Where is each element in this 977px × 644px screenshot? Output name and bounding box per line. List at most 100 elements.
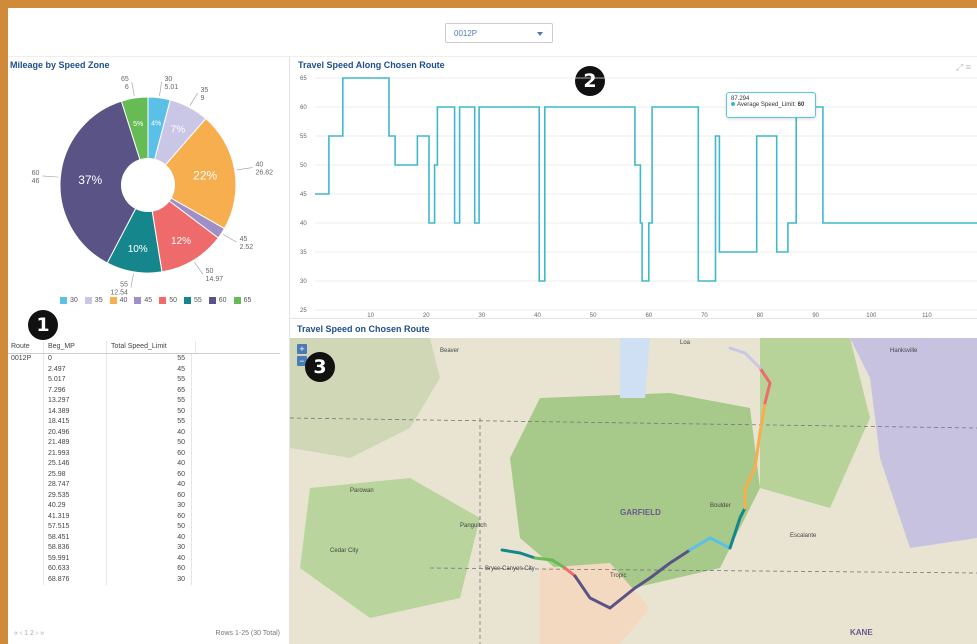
- table-row[interactable]: 25.98 60: [8, 469, 280, 480]
- zoom-in-button[interactable]: +: [297, 344, 307, 354]
- cell-speed-limit: 50: [107, 522, 192, 533]
- table-summary: Rows 1-25 (30 Total): [215, 630, 280, 637]
- table-row[interactable]: 25.146 40: [8, 459, 280, 470]
- pie-leader-line: [42, 175, 59, 178]
- cell-speed-limit: 55: [107, 396, 192, 407]
- table-row[interactable]: 2.497 45: [8, 364, 280, 375]
- cell-route: [8, 522, 44, 533]
- table-row[interactable]: 57.515 50: [8, 522, 280, 533]
- cell-route: [8, 574, 44, 585]
- cell-beg-mp: 13.297: [44, 396, 107, 407]
- table-row[interactable]: 60.633 60: [8, 564, 280, 575]
- tooltip-series: Average Speed_Limit: [737, 102, 795, 108]
- cell-beg-mp: 58.836: [44, 543, 107, 554]
- table-row[interactable]: 59.991 40: [8, 553, 280, 564]
- cell-route: [8, 553, 44, 564]
- cell-route: [8, 364, 44, 375]
- cell-route: [8, 375, 44, 386]
- pie-speed-label: 45: [240, 236, 248, 243]
- y-tick-label: 50: [300, 163, 307, 169]
- legend-swatch: [159, 297, 167, 304]
- legend-item-30[interactable]: 30: [60, 297, 78, 304]
- pie-miles-label: 12.54: [110, 290, 128, 297]
- table-pager[interactable]: « ‹ 1 2 › »: [14, 630, 44, 637]
- table-row[interactable]: 5.017 55: [8, 375, 280, 386]
- cell-speed-limit: 40: [107, 427, 192, 438]
- legend-item-65[interactable]: 65: [233, 297, 251, 304]
- pie-miles-label: 5.01: [165, 84, 179, 91]
- map-place-label: Boulder: [710, 503, 731, 509]
- route-map[interactable]: GARFIELD KANE Panguitch Cedar City Escalante…: [290, 338, 977, 644]
- pie-miles-label: 26.82: [255, 170, 273, 177]
- pie-miles-label: 9: [201, 95, 205, 102]
- cell-speed-limit: 40: [107, 459, 192, 470]
- line-chart: 25 30 35 40 45 50 55 60 65 10 20 30 40 50 60 70 80 90 100…: [300, 76, 977, 318]
- cell-route: [8, 532, 44, 543]
- legend-item-50[interactable]: 50: [159, 297, 177, 304]
- map-place-label: Cedar City: [330, 548, 359, 554]
- speed-series-line: [315, 77, 977, 282]
- table-row[interactable]: 18.415 55: [8, 417, 280, 428]
- legend-item-55[interactable]: 55: [183, 297, 202, 304]
- table-row[interactable]: 20.496 40: [8, 427, 280, 438]
- table-row[interactable]: 41.319 60: [8, 511, 280, 522]
- legend-swatch: [233, 297, 241, 304]
- pie-leader-line: [194, 261, 203, 275]
- table-row[interactable]: 29.535 60: [8, 490, 280, 501]
- x-tick-label: 20: [423, 313, 430, 318]
- water-area: [620, 338, 650, 398]
- legend-swatch: [183, 297, 191, 304]
- x-tick-label: 110: [922, 313, 932, 318]
- pie-miles-label: 2.52: [240, 244, 254, 251]
- cell-speed-limit: 55: [107, 417, 192, 428]
- map-place-label: Bryce Canyon City: [485, 566, 535, 572]
- legend-item-45[interactable]: 45: [134, 297, 152, 304]
- column-header-speed-limit[interactable]: Total Speed_Limit: [107, 341, 196, 353]
- legend-item-60[interactable]: 60: [208, 297, 227, 304]
- map-place-label: Parowan: [350, 488, 374, 494]
- table-row[interactable]: 0012P 0 55: [8, 354, 280, 365]
- pie-chart: 4% 305.01 7% 359 22% 4026.82 452.52 12% 5014.97 1…: [32, 76, 274, 297]
- cell-beg-mp: 28.747: [44, 480, 107, 491]
- cell-route: [8, 511, 44, 522]
- legend-label: 30: [70, 297, 78, 304]
- x-tick-label: 50: [590, 313, 597, 318]
- pie-speed-label: 40: [255, 162, 263, 169]
- legend-item-40[interactable]: 40: [109, 297, 127, 304]
- table-row[interactable]: 7.296 65: [8, 385, 280, 396]
- table-row[interactable]: 40.29 30: [8, 501, 280, 512]
- legend-label: 45: [144, 297, 153, 304]
- pie-slice-pct-label: 37%: [78, 173, 102, 187]
- annotation-badge-1: 1: [28, 310, 58, 340]
- y-tick-label: 35: [300, 250, 307, 256]
- table-row[interactable]: 68.876 30: [8, 574, 280, 585]
- cell-beg-mp: 40.29: [44, 501, 107, 512]
- column-header-route[interactable]: Route: [8, 341, 44, 353]
- annotation-badge-3: 3: [305, 352, 335, 382]
- x-tick-label: 30: [479, 313, 486, 318]
- speed-table: Route Beg_MP Total Speed_Limit 0012P 0 55 2…: [8, 341, 280, 631]
- cell-route: [8, 385, 44, 396]
- map-place-label: GARFIELD: [620, 508, 661, 517]
- table-row[interactable]: 21.993 60: [8, 448, 280, 459]
- pie-slice-pct-label: 7%: [171, 124, 186, 135]
- pie-slice-pct-label: 12%: [171, 236, 191, 247]
- cell-beg-mp: 57.515: [44, 522, 107, 533]
- pie-speed-label: 60: [32, 170, 40, 177]
- horizontal-divider: [289, 318, 977, 319]
- table-row[interactable]: 21.489 50: [8, 438, 280, 449]
- cell-beg-mp: 14.389: [44, 406, 107, 417]
- legend-item-35[interactable]: 35: [84, 297, 103, 304]
- table-row[interactable]: 14.389 50: [8, 406, 280, 417]
- route-select[interactable]: 0012P: [445, 23, 553, 43]
- y-tick-label: 45: [300, 192, 307, 198]
- table-row[interactable]: 13.297 55: [8, 396, 280, 407]
- table-row[interactable]: 58.451 40: [8, 532, 280, 543]
- x-tick-label: 10: [367, 313, 374, 318]
- table-row[interactable]: 28.747 40: [8, 480, 280, 491]
- table-row[interactable]: 58.836 30: [8, 543, 280, 554]
- column-header-beg-mp[interactable]: Beg_MP: [44, 341, 107, 353]
- cell-route: [8, 490, 44, 501]
- cell-beg-mp: 5.017: [44, 375, 107, 386]
- x-tick-label: 100: [866, 313, 877, 318]
